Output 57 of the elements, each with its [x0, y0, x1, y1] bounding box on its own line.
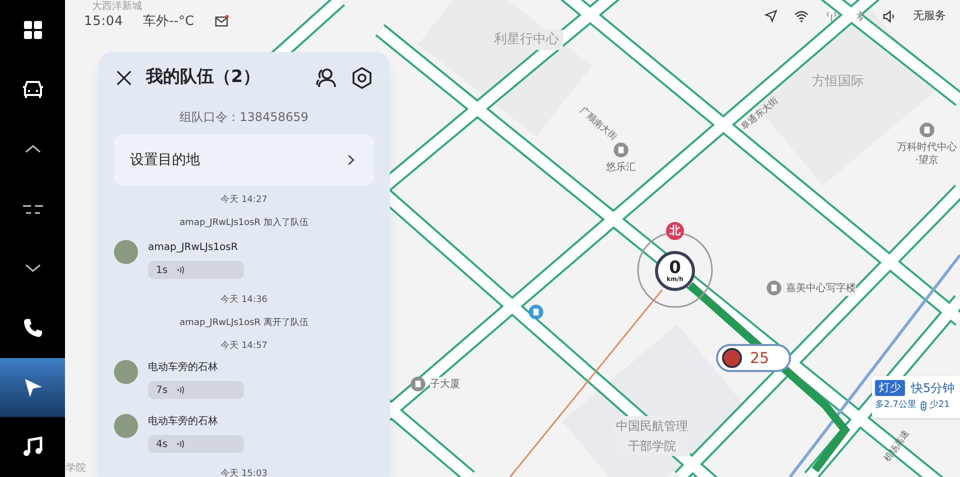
sound-wave-icon	[176, 265, 186, 275]
sound-wave-icon	[176, 439, 186, 449]
building-pin-icon	[919, 122, 935, 138]
message-time: 今天 14:36	[220, 294, 268, 307]
road-label: 阜通东大街	[738, 95, 782, 134]
route-card[interactable]: 灯少 快5分钟 多2.7公里 少21	[872, 376, 960, 418]
area-label: 大西洋新城	[92, 0, 142, 13]
sound-wave-icon	[176, 385, 186, 395]
building-pin-icon	[410, 376, 426, 392]
sender-name: 电动车旁的石林	[148, 414, 219, 429]
sender-name: amap_JRwLJs1osR	[148, 241, 239, 255]
route-tag: 灯少	[875, 380, 905, 396]
avatar	[114, 240, 138, 264]
team-code: 组队口令：138458659	[178, 109, 310, 126]
building-pin-icon	[613, 142, 629, 158]
people-icon[interactable]	[314, 66, 338, 90]
sender-name: 电动车旁的石林	[148, 360, 219, 375]
time-saving: 快5分钟	[911, 380, 955, 397]
settings-icon[interactable]	[350, 66, 374, 90]
traffic-light-icon	[919, 400, 928, 411]
location-icon[interactable]	[764, 9, 778, 24]
avatar	[114, 414, 138, 438]
message-time: 今天 14:27	[220, 194, 268, 207]
poi-label: 万科时代中心·望京	[896, 142, 958, 167]
extra-distance: 多2.7公里	[875, 399, 916, 412]
join-notice: amap_JRwLJs1osR 离开了队伍	[178, 316, 310, 330]
signal-icon[interactable]	[825, 10, 838, 23]
compass-marker: 北	[666, 222, 684, 240]
mail-icon[interactable]	[214, 14, 230, 30]
voice-message[interactable]: 7s	[148, 381, 244, 399]
volume-icon[interactable]	[882, 8, 897, 24]
avatar	[114, 360, 138, 384]
network-status: 无服务	[913, 8, 946, 24]
message-time: 今天 15:03	[220, 468, 268, 477]
wifi-icon[interactable]	[794, 8, 809, 24]
panel-title: 我的队伍（2）	[146, 66, 261, 90]
message-time: 今天 14:57	[220, 340, 268, 353]
area-label: 学院	[66, 462, 86, 475]
close-icon[interactable]	[114, 68, 134, 88]
countdown: 25	[750, 348, 770, 369]
speed-value: 0	[669, 260, 681, 276]
sidebar-button[interactable]	[0, 358, 65, 418]
area-label: 中国民航管理干部学院	[614, 416, 690, 456]
signal-lamp	[722, 348, 742, 368]
bluetooth-icon[interactable]	[854, 10, 866, 22]
voice-message[interactable]: 1s	[148, 261, 244, 279]
road-label: 机场高速	[882, 428, 913, 466]
fewer-lights: 少21	[929, 399, 950, 412]
voice-message[interactable]: 4s	[148, 435, 244, 453]
poi-label: 子大厦	[430, 376, 460, 392]
set-destination-button[interactable]: 设置目的地	[114, 134, 374, 186]
road-label: 广顺南大街	[576, 105, 620, 144]
outside-temperature: 车外--°C	[143, 13, 194, 31]
clock-time: 15:04	[84, 13, 124, 31]
poi-label: 嘉美中心写字楼	[786, 280, 856, 296]
join-notice: amap_JRwLJs1osR 加入了队伍	[178, 216, 310, 230]
building-pin-icon	[766, 280, 782, 296]
